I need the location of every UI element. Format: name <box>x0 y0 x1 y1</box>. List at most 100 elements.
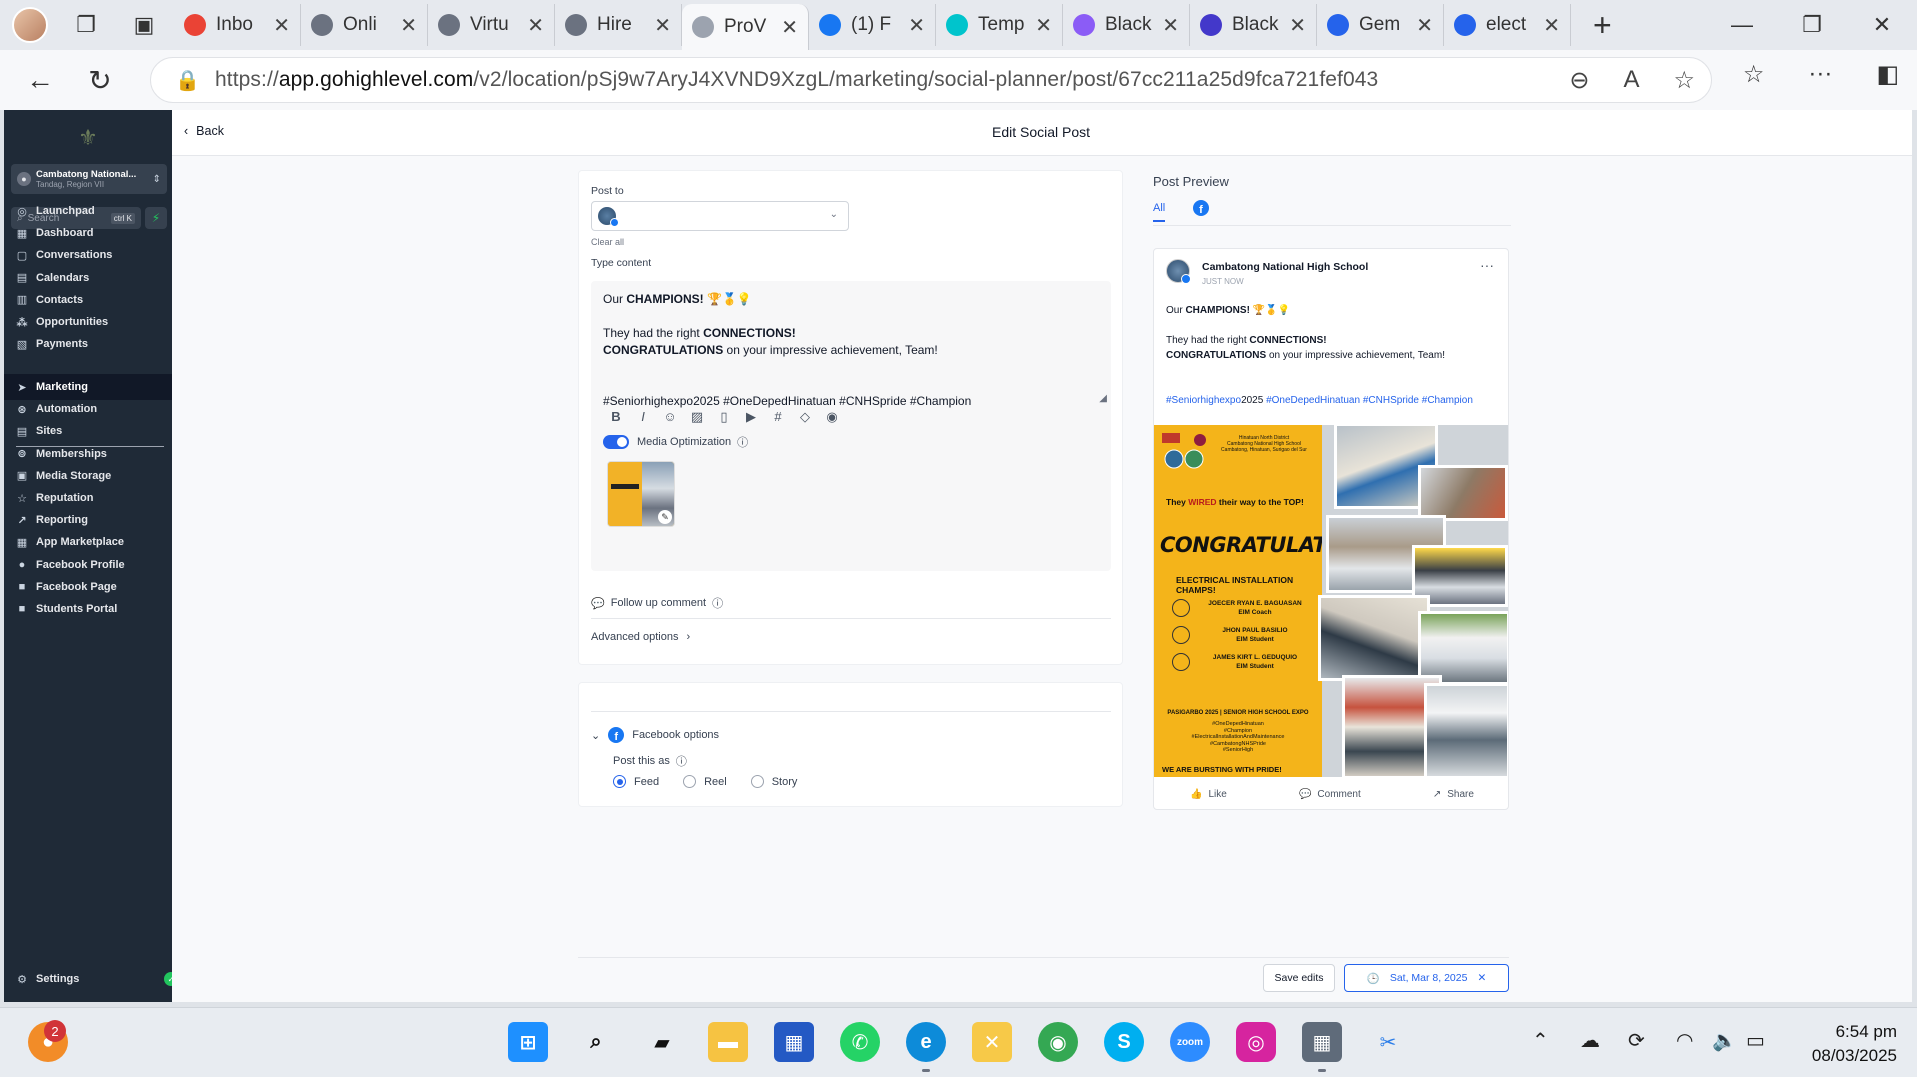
preview-action-like[interactable]: 👍 Like <box>1190 789 1227 800</box>
zoom-icon[interactable]: zoom <box>1170 1022 1210 1062</box>
tab-actions-icon[interactable]: ▣ <box>124 5 164 45</box>
favorite-star-icon[interactable]: ☆ <box>1673 66 1695 95</box>
schedule-date-button[interactable]: 🕒 Sat, Mar 8, 2025 ✕ <box>1344 964 1509 992</box>
radio-button[interactable] <box>683 775 697 788</box>
mention-icon[interactable]: ◉ <box>825 409 839 425</box>
onedrive-icon[interactable]: ☁ <box>1580 1028 1600 1053</box>
radio-button[interactable] <box>750 775 764 788</box>
back-arrow-icon[interactable]: ← <box>20 60 60 100</box>
preview-action-share[interactable]: ↗ Share <box>1433 789 1474 800</box>
more-options-icon[interactable]: ··· <box>1480 257 1494 273</box>
radio-feed[interactable]: Feed <box>613 775 659 788</box>
browser-tab[interactable]: (1) F ✕ <box>809 4 936 46</box>
browser-tab[interactable]: Black ✕ <box>1190 4 1317 46</box>
read-aloud-icon[interactable]: A <box>1623 66 1639 95</box>
info-icon[interactable]: ⓘ <box>737 434 748 450</box>
close-tab-icon[interactable]: ✕ <box>781 15 798 40</box>
close-tab-icon[interactable]: ✕ <box>1543 13 1560 38</box>
hashtag[interactable]: #Champion <box>1419 395 1473 406</box>
sidebar-toggle-icon[interactable]: ◧ <box>1876 60 1899 89</box>
windows-start-icon[interactable]: ⊞ <box>508 1022 548 1062</box>
document-icon[interactable]: ▯ <box>717 409 731 425</box>
italic-icon[interactable]: I <box>636 409 650 425</box>
preview-image[interactable]: Hinatuan North District Cambatong Nation… <box>1154 423 1508 779</box>
sidebar-item-payments[interactable]: ▧ Payments <box>4 331 172 357</box>
close-window-button[interactable]: ✕ <box>1847 12 1917 38</box>
skype-icon[interactable]: S <box>1104 1022 1144 1062</box>
zoom-out-icon[interactable]: ⊖ <box>1569 66 1589 95</box>
hashtag-icon[interactable]: # <box>771 409 785 425</box>
content-text[interactable]: Our CHAMPIONS! 🏆🥇💡 They had the right CO… <box>603 291 1098 410</box>
save-edits-button[interactable]: Save edits <box>1263 964 1335 992</box>
facebook-options-toggle[interactable]: ⌄ f Facebook options <box>591 727 719 743</box>
image-icon[interactable]: ▨ <box>690 409 704 425</box>
close-tab-icon[interactable]: ✕ <box>1035 13 1052 38</box>
location-switcher[interactable]: ● Cambatong National... Tandag, Region V… <box>11 164 167 194</box>
info-icon[interactable]: ⓘ <box>676 753 687 769</box>
snipping-tool-icon[interactable]: ✂ <box>1368 1022 1408 1062</box>
url-text[interactable]: https://app.gohighlevel.com/v2/location/… <box>215 68 1378 92</box>
emoji-icon[interactable]: ☺ <box>663 409 677 425</box>
browser-tab[interactable]: Inbo ✕ <box>174 4 301 46</box>
back-button[interactable]: ‹ Back <box>184 124 224 138</box>
hashtag[interactable]: #Seniorhighexpo <box>1166 395 1241 406</box>
bold-icon[interactable]: B <box>609 409 623 425</box>
content-editor[interactable]: Our CHAMPIONS! 🏆🥇💡 They had the right CO… <box>591 281 1111 571</box>
reload-icon[interactable]: ↻ <box>80 60 120 100</box>
close-tab-icon[interactable]: ✕ <box>1162 13 1179 38</box>
radio-button[interactable] <box>613 775 626 788</box>
sidebar-item-students-portal[interactable]: ■ Students Portal <box>4 596 172 622</box>
browser-tab[interactable]: ProV ✕ <box>682 4 809 50</box>
media-thumbnail[interactable]: ✎ <box>607 461 675 527</box>
radio-story[interactable]: Story <box>750 775 797 788</box>
post-to-select[interactable]: ⌄ <box>591 201 849 231</box>
more-menu-icon[interactable]: ··· <box>1808 60 1832 89</box>
advanced-options-toggle[interactable]: Advanced options › <box>591 631 690 643</box>
browser-tab[interactable]: Gem ✕ <box>1317 4 1444 46</box>
clear-date-icon[interactable]: ✕ <box>1477 972 1486 984</box>
system-clock[interactable]: 6:54 pm 08/03/2025 <box>1812 1020 1897 1068</box>
search-icon[interactable]: ⌕ <box>576 1022 616 1062</box>
browser-tab[interactable]: Hire ✕ <box>555 4 682 46</box>
chrome-icon[interactable]: ◉ <box>1038 1022 1078 1062</box>
close-tab-icon[interactable]: ✕ <box>400 13 417 38</box>
sync-icon[interactable]: ⟳ <box>1628 1028 1645 1053</box>
tag-icon[interactable]: ◇ <box>798 409 812 425</box>
edge-browser-icon[interactable]: e <box>906 1022 946 1062</box>
media-optimization-toggle[interactable] <box>603 435 629 449</box>
file-explorer-icon[interactable]: ▬ <box>708 1022 748 1062</box>
close-tab-icon[interactable]: ✕ <box>1416 13 1433 38</box>
favorites-icon[interactable]: ☆ <box>1743 60 1765 89</box>
new-tab-button[interactable]: + <box>1593 7 1612 44</box>
sticky-app-icon[interactable]: ✕ <box>972 1022 1012 1062</box>
browser-tab[interactable]: Onli ✕ <box>301 4 428 46</box>
resize-handle-icon[interactable]: ◢ <box>1099 393 1107 404</box>
browser-tab[interactable]: elect ✕ <box>1444 4 1571 46</box>
instagram-icon[interactable]: ◎ <box>1236 1022 1276 1062</box>
preview-tab-facebook-icon[interactable]: f <box>1193 200 1209 216</box>
volume-icon[interactable]: 🔈 <box>1712 1028 1737 1053</box>
profile-avatar[interactable] <box>12 7 48 43</box>
browser-tab[interactable]: Virtu ✕ <box>428 4 555 46</box>
preview-action-comment[interactable]: 💬 Comment <box>1299 789 1361 800</box>
hashtag[interactable]: #OneDepedHinatuan <box>1263 395 1360 406</box>
task-view-icon[interactable]: ▰ <box>642 1022 682 1062</box>
sidebar-item-settings[interactable]: ⚙ Settings <box>4 966 172 992</box>
hashtag[interactable]: #CNHSpride <box>1360 395 1419 406</box>
battery-icon[interactable]: ▭ <box>1746 1028 1765 1053</box>
close-tab-icon[interactable]: ✕ <box>527 13 544 38</box>
whatsapp-icon[interactable]: ✆ <box>840 1022 880 1062</box>
minimize-button[interactable]: — <box>1707 12 1777 38</box>
browser-tab[interactable]: Temp ✕ <box>936 4 1063 46</box>
address-bar[interactable]: 🔒 https://app.gohighlevel.com/v2/locatio… <box>150 57 1712 103</box>
workspaces-icon[interactable]: ❐ <box>66 5 106 45</box>
close-tab-icon[interactable]: ✕ <box>908 13 925 38</box>
restore-button[interactable]: ❐ <box>1777 12 1847 38</box>
clear-all-link[interactable]: Clear all <box>591 237 624 247</box>
edit-pencil-icon[interactable]: ✎ <box>658 510 672 524</box>
close-tab-icon[interactable]: ✕ <box>1289 13 1306 38</box>
store-icon[interactable]: ▦ <box>774 1022 814 1062</box>
show-hidden-icons-chevron-icon[interactable]: ⌃ <box>1532 1028 1549 1053</box>
browser-tab[interactable]: Black ✕ <box>1063 4 1190 46</box>
calculator-icon[interactable]: ▦ <box>1302 1022 1342 1062</box>
